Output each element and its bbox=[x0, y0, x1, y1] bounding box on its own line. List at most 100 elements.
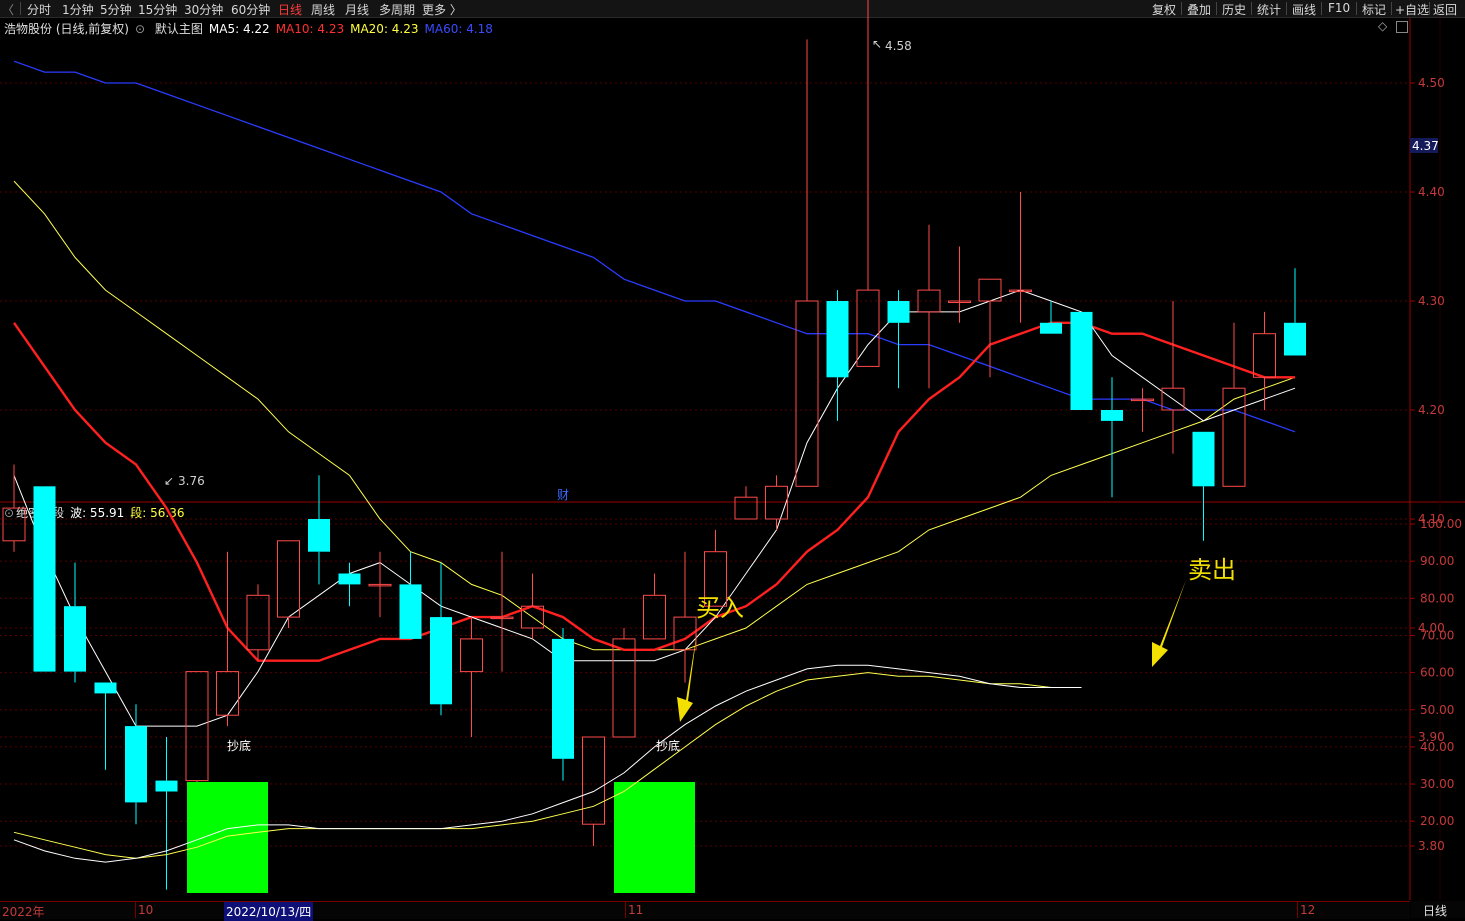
indicator-tick-label: 90.00 bbox=[1420, 554, 1454, 568]
candle-up bbox=[765, 475, 788, 530]
indicator-tick-label: 50.00 bbox=[1420, 703, 1454, 717]
candle-down bbox=[887, 290, 910, 389]
indicator-tick-label: 20.00 bbox=[1420, 814, 1454, 828]
candle-body bbox=[612, 638, 636, 738]
tick bbox=[135, 902, 136, 918]
price-tick-label: 4.40 bbox=[1418, 185, 1445, 199]
indicator-tick-label: 80.00 bbox=[1420, 591, 1454, 605]
candle-up bbox=[1253, 311, 1276, 410]
month-label-dec: 12 bbox=[1300, 903, 1316, 917]
indicator-axis: 100.00 90.00 80.00 70.00 60.00 50.00 40.00 30.0… bbox=[1420, 517, 1462, 828]
candle-down bbox=[1101, 377, 1123, 498]
candle-up bbox=[856, 0, 880, 367]
candle-body bbox=[1222, 387, 1246, 487]
candle-body bbox=[64, 606, 86, 672]
price-tick-label: 4.30 bbox=[1418, 294, 1445, 308]
candle-up bbox=[643, 573, 666, 640]
candle-down bbox=[1040, 301, 1062, 334]
candle-up bbox=[246, 584, 270, 661]
wave-lines bbox=[13, 664, 1082, 863]
candle-body bbox=[33, 486, 56, 672]
buy-arrow-icon bbox=[677, 632, 697, 722]
date-axis: 2022年 10 2022/10/13/四 11 12 bbox=[0, 901, 1410, 921]
month-label-nov: 11 bbox=[628, 903, 644, 917]
finance-marker[interactable]: 财 bbox=[557, 488, 569, 502]
candle-down bbox=[94, 682, 117, 770]
candlesticks bbox=[2, 0, 1306, 890]
indicator-tick-label: 30.00 bbox=[1420, 777, 1454, 791]
candle-body bbox=[308, 519, 330, 552]
low-price-label: 3.76 bbox=[178, 474, 205, 488]
candle-body bbox=[1284, 322, 1306, 356]
candle-body bbox=[399, 584, 422, 639]
price-axis: 4.504.404.304.204.104.003.903.80 bbox=[1418, 76, 1445, 853]
price-tick-label: 4.20 bbox=[1418, 403, 1445, 417]
candle-down bbox=[430, 562, 452, 716]
high-marker-arrow: ↖ bbox=[872, 37, 882, 51]
ma5-line bbox=[13, 289, 1296, 727]
candle-up bbox=[277, 540, 300, 628]
candle-body bbox=[155, 780, 178, 792]
candle-up bbox=[948, 246, 971, 323]
candle-body bbox=[1101, 410, 1123, 421]
cursor-date-label: 2022/10/13/四 bbox=[224, 902, 314, 921]
ma10-line bbox=[13, 321, 1295, 662]
indicator-tick-label: 60.00 bbox=[1420, 666, 1454, 680]
candle-body bbox=[246, 594, 270, 651]
indicator-tick-label: 40.00 bbox=[1420, 740, 1454, 754]
candle-body bbox=[795, 300, 819, 487]
candle-body bbox=[1192, 431, 1215, 487]
high-price-label: 4.58 bbox=[885, 39, 912, 53]
candle-down bbox=[33, 486, 56, 672]
candle-down bbox=[155, 737, 178, 890]
bottom-signal-label-1: 抄底 bbox=[227, 738, 251, 753]
candle-body bbox=[460, 638, 483, 673]
candle-down bbox=[338, 562, 361, 607]
candle-body bbox=[125, 726, 147, 803]
candle-up bbox=[2, 464, 26, 552]
candle-body bbox=[826, 301, 849, 378]
candle-body bbox=[338, 573, 361, 585]
candle-body bbox=[1070, 311, 1093, 410]
candle-down bbox=[399, 551, 422, 639]
indicator-tick-label: 100.00 bbox=[1420, 517, 1462, 531]
bottom-signal-box bbox=[187, 782, 268, 893]
candle-body bbox=[1253, 333, 1276, 378]
candle-up bbox=[917, 224, 941, 389]
buy-annotation: 买入 bbox=[696, 594, 744, 622]
candle-down bbox=[64, 562, 86, 683]
candle-body bbox=[582, 736, 605, 825]
candle-down bbox=[1284, 268, 1306, 356]
candle-up bbox=[978, 278, 1002, 378]
candle-body bbox=[887, 301, 910, 323]
current-price-label: 4.37 bbox=[1412, 139, 1439, 153]
segment-line bbox=[13, 672, 1082, 859]
period-indicator[interactable]: 日线 bbox=[1411, 901, 1465, 918]
candle-up bbox=[490, 551, 514, 672]
candle-body bbox=[216, 671, 239, 716]
price-tick-label: 3.80 bbox=[1418, 839, 1445, 853]
sell-annotation: 卖出 bbox=[1188, 556, 1236, 584]
candle-body bbox=[734, 496, 758, 520]
candle-body bbox=[765, 485, 788, 520]
candle-up bbox=[795, 39, 819, 487]
month-label-oct: 10 bbox=[138, 903, 154, 917]
candle-up bbox=[460, 617, 483, 737]
candle-down bbox=[308, 475, 330, 585]
price-tick-label: 4.50 bbox=[1418, 76, 1445, 90]
year-label: 2022年 bbox=[2, 905, 45, 919]
candle-up bbox=[368, 551, 392, 618]
candle-up bbox=[521, 573, 544, 639]
kline-chart[interactable]: 4.504.404.304.204.104.003.903.80 100.009… bbox=[0, 0, 1465, 918]
candle-up bbox=[1161, 301, 1185, 454]
candle-down bbox=[125, 704, 147, 825]
candle-body bbox=[643, 594, 666, 640]
period-indicator-label: 日线 bbox=[1423, 904, 1448, 918]
low-marker-arrow: ↙ bbox=[164, 474, 174, 488]
candle-body bbox=[277, 540, 300, 618]
candle-body bbox=[430, 617, 452, 705]
candle-body bbox=[1040, 322, 1062, 334]
candle-up bbox=[734, 486, 758, 520]
candle-up bbox=[612, 628, 636, 738]
candle-down bbox=[1070, 311, 1093, 410]
